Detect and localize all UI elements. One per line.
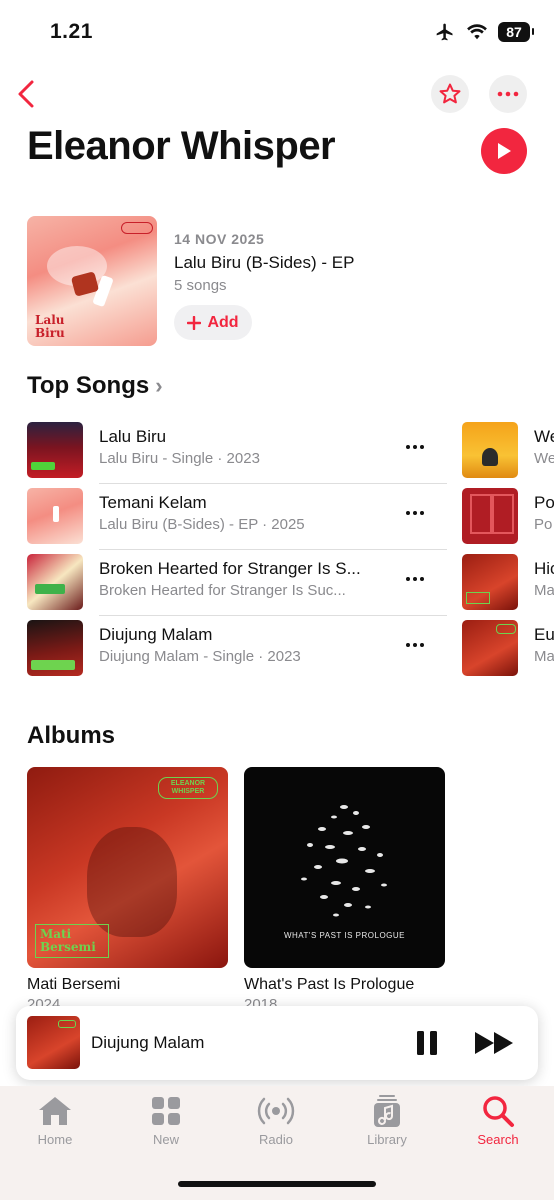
song-artwork xyxy=(462,620,518,676)
song-row[interactable]: Temani Kelam Lalu Biru (B-Sides) - EP · … xyxy=(27,484,447,550)
tab-label: New xyxy=(152,1132,179,1147)
album-artwork: ELEANOR WHISPER Mati Bersemi xyxy=(27,767,228,968)
release-art-text: Lalu Biru xyxy=(35,313,65,340)
song-title: Lalu Biru xyxy=(99,427,167,446)
tab-label: Library xyxy=(367,1132,407,1147)
house-icon xyxy=(39,1097,71,1125)
status-time: 1.21 xyxy=(50,20,93,43)
add-label: Add xyxy=(207,313,239,331)
wifi-icon xyxy=(467,24,487,40)
tab-radio[interactable]: Radio xyxy=(236,1094,316,1147)
top-songs-title: Top Songs xyxy=(27,372,150,399)
now-playing-title: Diujung Malam xyxy=(91,1033,205,1052)
pause-button[interactable] xyxy=(412,1028,442,1058)
release-artwork[interactable]: Lalu Biru xyxy=(27,216,157,346)
back-button[interactable] xyxy=(14,76,42,112)
battery-indicator: 87 xyxy=(498,22,534,42)
ellipsis-icon xyxy=(406,577,424,581)
play-button[interactable] xyxy=(481,128,527,174)
song-artwork xyxy=(462,554,518,610)
song-artwork xyxy=(27,422,83,478)
grid-icon xyxy=(152,1097,180,1125)
tab-new[interactable]: New xyxy=(126,1094,206,1147)
albums-title: Albums xyxy=(27,722,116,749)
song-more-button[interactable] xyxy=(399,436,431,462)
song-subtitle: Ma xyxy=(534,582,554,599)
song-artwork xyxy=(462,422,518,478)
home-indicator xyxy=(178,1181,376,1187)
search-icon xyxy=(483,1096,514,1127)
now-playing-artwork xyxy=(27,1016,80,1069)
song-subtitle: Lalu Biru - Single · 2023 xyxy=(99,450,260,467)
next-track-button[interactable] xyxy=(472,1028,518,1058)
song-subtitle: Broken Hearted for Stranger Is Suc... xyxy=(99,582,346,599)
album-art-text: WHAT'S PAST IS PROLOGUE xyxy=(283,931,406,940)
ellipsis-icon xyxy=(406,445,424,449)
song-title: Temani Kelam xyxy=(99,493,207,512)
song-artwork xyxy=(462,488,518,544)
song-row[interactable]: Lalu Biru Lalu Biru - Single · 2023 xyxy=(27,418,447,484)
song-artwork xyxy=(27,554,83,610)
song-subtitle: Ma xyxy=(534,648,554,665)
peek-song-row[interactable]: We We xyxy=(462,418,554,484)
favorite-button[interactable] xyxy=(431,75,469,113)
tab-label: Search xyxy=(477,1132,519,1147)
song-more-button[interactable] xyxy=(399,634,431,660)
song-title: Po xyxy=(534,493,554,512)
radio-waves-icon xyxy=(257,1097,295,1125)
add-release-button[interactable]: Add xyxy=(174,305,252,340)
song-title: Eu xyxy=(534,625,554,644)
ellipsis-icon xyxy=(406,511,424,515)
peek-song-row[interactable]: Eu Ma xyxy=(462,616,554,682)
music-library-icon xyxy=(374,1095,400,1127)
album-badge: ELEANOR WHISPER xyxy=(158,777,218,799)
mini-player[interactable]: Diujung Malam xyxy=(16,1006,538,1080)
song-title: Diujung Malam xyxy=(99,625,213,644)
album-artwork: WHAT'S PAST IS PROLOGUE xyxy=(244,767,445,968)
peek-song-row[interactable]: Po Po xyxy=(462,484,554,550)
song-row[interactable]: Broken Hearted for Stranger Is S... Brok… xyxy=(27,550,447,616)
more-options-button[interactable] xyxy=(489,75,527,113)
song-artwork xyxy=(27,620,83,676)
song-title: Hic xyxy=(534,559,554,578)
release-song-count: 5 songs xyxy=(174,277,227,294)
peek-song-row[interactable]: Hic Ma xyxy=(462,550,554,616)
album-card[interactable]: WHAT'S PAST IS PROLOGUE What's Past Is P… xyxy=(244,767,445,1013)
song-subtitle: Lalu Biru (B-Sides) - EP · 2025 xyxy=(99,516,305,533)
airplane-icon xyxy=(436,23,453,41)
song-subtitle: We xyxy=(534,450,554,467)
song-title: We xyxy=(534,427,554,446)
status-icons: 87 xyxy=(434,22,534,42)
song-title: Broken Hearted for Stranger Is S... xyxy=(99,559,361,578)
star-icon xyxy=(439,83,461,104)
tab-label: Home xyxy=(37,1132,73,1147)
tab-search[interactable]: Search xyxy=(458,1094,538,1147)
album-title: What's Past Is Prologue xyxy=(244,976,415,993)
song-subtitle: Po xyxy=(534,516,553,533)
artist-name: Eleanor Whisper xyxy=(27,124,336,168)
ellipsis-icon xyxy=(497,91,519,97)
ellipsis-icon xyxy=(406,643,424,647)
plus-icon xyxy=(187,315,202,330)
chevron-right-icon: › xyxy=(155,373,163,398)
tab-label: Radio xyxy=(259,1132,293,1147)
tab-library[interactable]: Library xyxy=(347,1094,427,1147)
album-card[interactable]: ELEANOR WHISPER Mati Bersemi Mati Bersem… xyxy=(27,767,228,1013)
album-title: Mati Bersemi xyxy=(27,976,121,993)
song-artwork xyxy=(27,488,83,544)
top-songs-header[interactable]: Top Songs › xyxy=(27,372,163,400)
song-more-button[interactable] xyxy=(399,568,431,594)
tab-home[interactable]: Home xyxy=(15,1094,95,1147)
song-row[interactable]: Diujung Malam Diujung Malam - Single · 2… xyxy=(27,616,447,682)
song-more-button[interactable] xyxy=(399,502,431,528)
album-art-text: Mati Bersemi xyxy=(35,924,109,958)
play-icon xyxy=(498,143,511,159)
fast-forward-icon xyxy=(475,1032,513,1054)
release-title[interactable]: Lalu Biru (B-Sides) - EP xyxy=(174,253,354,273)
chevron-left-icon xyxy=(18,80,34,108)
release-date: 14 NOV 2025 xyxy=(174,231,265,247)
pause-icon xyxy=(417,1031,437,1055)
song-subtitle: Diujung Malam - Single · 2023 xyxy=(99,648,301,665)
